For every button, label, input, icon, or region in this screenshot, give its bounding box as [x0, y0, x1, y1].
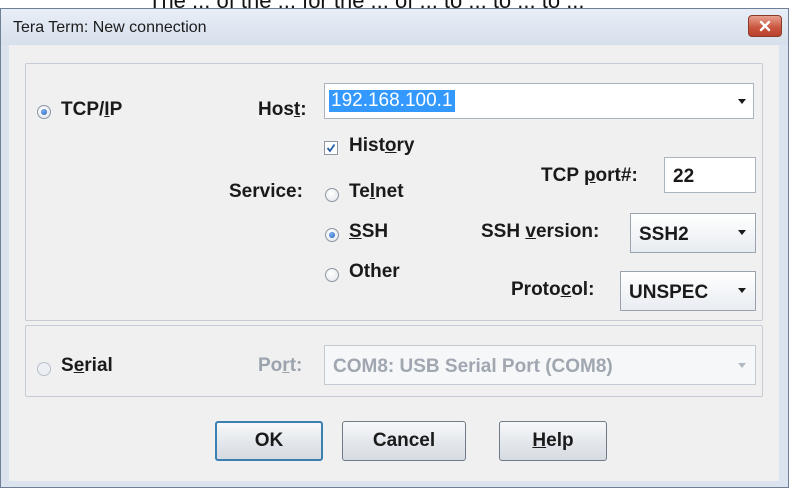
chevron-down-icon [738, 230, 746, 235]
history-label[interactable]: History [349, 135, 414, 157]
ssh-label-accel: S [349, 221, 362, 242]
chevron-down-icon[interactable] [737, 98, 747, 106]
ssh-version-label-post: ersion: [535, 221, 600, 242]
protocol-label: Protocol: [511, 279, 594, 301]
ssh-radio[interactable] [325, 228, 339, 242]
history-label-post: ry [396, 135, 415, 156]
dialog-body: TCP/IP Host: 192.168.100.1 History Servi… [9, 45, 779, 481]
serial-label-accel: e [73, 355, 85, 376]
ssh-version-label: SSH version: [481, 221, 599, 243]
close-button[interactable] [748, 15, 782, 37]
tcp-port-label-post: ort#: [595, 165, 638, 186]
protocol-select[interactable]: UNSPEC [620, 271, 756, 311]
ssh-version-label-pre: SSH [481, 221, 526, 242]
tcpip-label-post: P [109, 99, 123, 120]
serial-radio[interactable] [37, 362, 51, 376]
window-title: Tera Term: New connection [13, 19, 207, 36]
serial-label-post: rial [84, 355, 113, 376]
telnet-radio[interactable] [325, 188, 339, 202]
checkmark-icon [326, 143, 336, 153]
protocol-label-accel: c [560, 279, 572, 300]
close-icon [759, 20, 771, 32]
telnet-label-post: net [375, 181, 404, 202]
serial-label[interactable]: Serial [61, 355, 113, 377]
protocol-label-post: ol: [571, 279, 595, 300]
chevron-down-icon [738, 363, 746, 368]
history-label-accel: o [384, 135, 397, 156]
protocol-label-pre: Proto [511, 279, 561, 300]
tcpip-radio[interactable] [37, 105, 51, 119]
tcp-port-label: TCP port#: [541, 165, 638, 187]
service-label: Service: [229, 181, 303, 202]
tcp-port-label-accel: p [583, 165, 596, 186]
host-value: 192.168.100.1 [329, 90, 455, 112]
serial-port-label-pre: Po [258, 355, 283, 376]
serial-port-label: Port: [258, 355, 302, 377]
help-button[interactable]: Help [499, 421, 607, 461]
ssh-label[interactable]: SSH [349, 221, 388, 243]
serial-port-value: COM8: USB Serial Port (COM8) [333, 356, 613, 377]
ok-button[interactable]: OK [215, 421, 323, 461]
cancel-button[interactable]: Cancel [342, 421, 466, 461]
other-label[interactable]: Other [349, 261, 400, 283]
serial-label-pre: S [61, 355, 74, 376]
history-checkbox[interactable] [324, 141, 338, 155]
other-radio[interactable] [325, 268, 339, 282]
help-label-post: elp [546, 430, 574, 451]
serial-port-label-accel: r [282, 355, 290, 376]
tcp-port-input[interactable]: 22 [664, 157, 756, 193]
tcp-port-label-pre: TCP [541, 165, 584, 186]
serial-port-label-post: t: [289, 355, 303, 376]
host-label: Host: [258, 99, 307, 121]
ssh-version-value: SSH2 [639, 224, 689, 245]
host-label-post: : [300, 99, 307, 120]
telnet-label-pre: Te [349, 181, 370, 202]
tcp-port-value: 22 [673, 166, 695, 187]
ssh-version-label-accel: v [525, 221, 536, 242]
ssh-label-post: SH [361, 221, 389, 242]
telnet-label[interactable]: Telnet [349, 181, 404, 203]
host-input[interactable]: 192.168.100.1 [324, 83, 754, 119]
protocol-value: UNSPEC [629, 282, 709, 303]
tcpip-label[interactable]: TCP/IP [61, 99, 122, 121]
tcpip-label-pre: TCP/ [61, 99, 105, 120]
host-label-pre: Hos [258, 99, 294, 120]
chevron-down-icon [738, 288, 746, 293]
title-bar[interactable]: Tera Term: New connection [1, 9, 788, 45]
history-label-pre: Hist [349, 135, 385, 156]
ssh-version-select[interactable]: SSH2 [630, 213, 756, 253]
serial-port-select[interactable]: COM8: USB Serial Port (COM8) [324, 345, 756, 385]
help-label-accel: H [532, 430, 547, 451]
new-connection-dialog: Tera Term: New connection TCP/IP Host: 1… [0, 8, 789, 488]
